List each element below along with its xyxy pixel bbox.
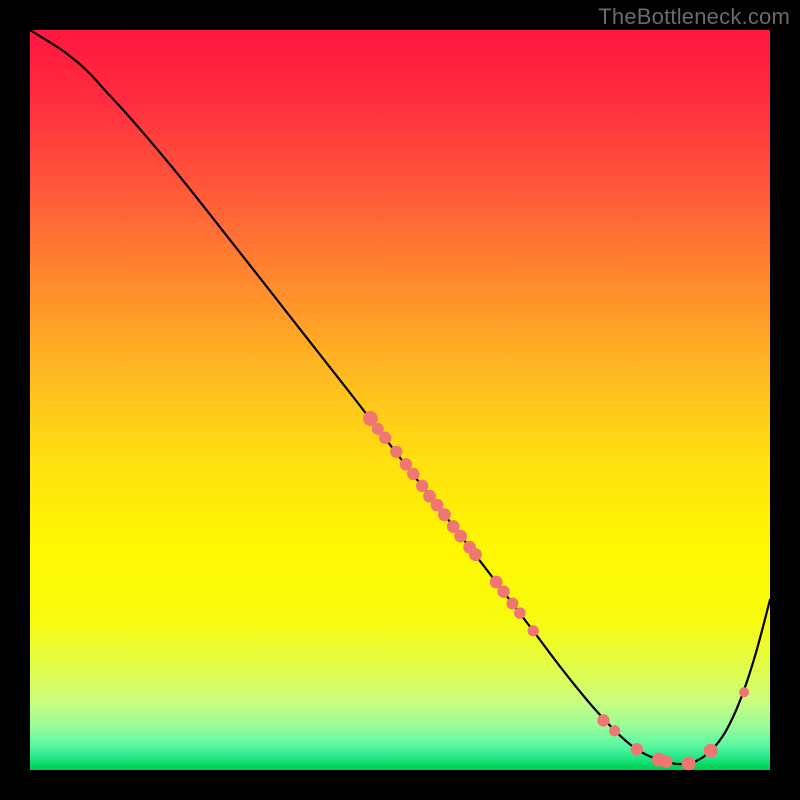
data-point bbox=[407, 468, 419, 480]
data-point bbox=[438, 508, 451, 521]
data-point bbox=[454, 530, 467, 543]
data-point bbox=[379, 432, 391, 444]
data-point bbox=[514, 607, 526, 619]
data-point bbox=[609, 725, 620, 736]
bottleneck-curve-line bbox=[30, 30, 770, 764]
data-point bbox=[390, 446, 402, 458]
data-point bbox=[631, 743, 643, 755]
chart-plot-area bbox=[30, 30, 770, 770]
data-point bbox=[469, 548, 482, 561]
chart-svg bbox=[30, 30, 770, 770]
data-points-group bbox=[363, 411, 749, 770]
data-point bbox=[528, 625, 539, 636]
data-point bbox=[597, 714, 609, 726]
data-point bbox=[416, 480, 428, 492]
data-point bbox=[506, 598, 518, 610]
data-point bbox=[660, 756, 672, 768]
data-point bbox=[497, 585, 509, 597]
data-point bbox=[739, 687, 749, 697]
data-point bbox=[682, 756, 696, 770]
data-point bbox=[704, 744, 718, 758]
watermark-text: TheBottleneck.com bbox=[598, 4, 790, 30]
